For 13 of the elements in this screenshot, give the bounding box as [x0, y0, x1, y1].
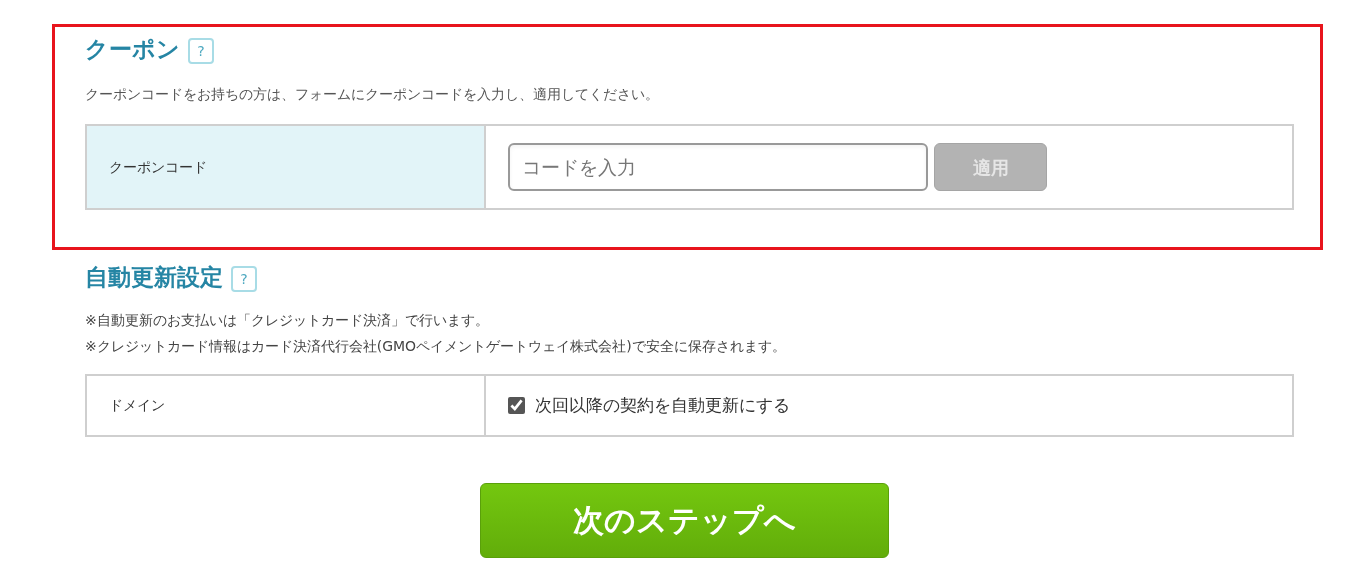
auto-renew-checkbox[interactable]: [508, 397, 525, 414]
checkbox-label: 次回以降の契約を自動更新にする: [535, 393, 790, 417]
coupon-code-field[interactable]: コードを入力: [508, 143, 928, 191]
help-icon[interactable]: ?: [188, 38, 214, 64]
note-text: ※自動更新のお支払いは「クレジットカード決済」で行います。: [85, 311, 490, 330]
field-label: クーポンコード: [87, 126, 486, 208]
help-icon[interactable]: ?: [231, 266, 257, 292]
description: クーポンコードをお持ちの方は、フォームにクーポンコードを入力し、適用してください。: [85, 85, 660, 104]
note-text: ※クレジットカード情報はカード決済代行会社(GMOペイメントゲートウェイ株式会社)で安全に保存されます。: [85, 337, 787, 356]
section-title: クーポン: [85, 37, 180, 61]
next-step-button[interactable]: 次のステップへ: [479, 483, 889, 558]
field-label: ドメイン: [87, 376, 486, 435]
section-title: 自動更新設定: [85, 265, 223, 289]
